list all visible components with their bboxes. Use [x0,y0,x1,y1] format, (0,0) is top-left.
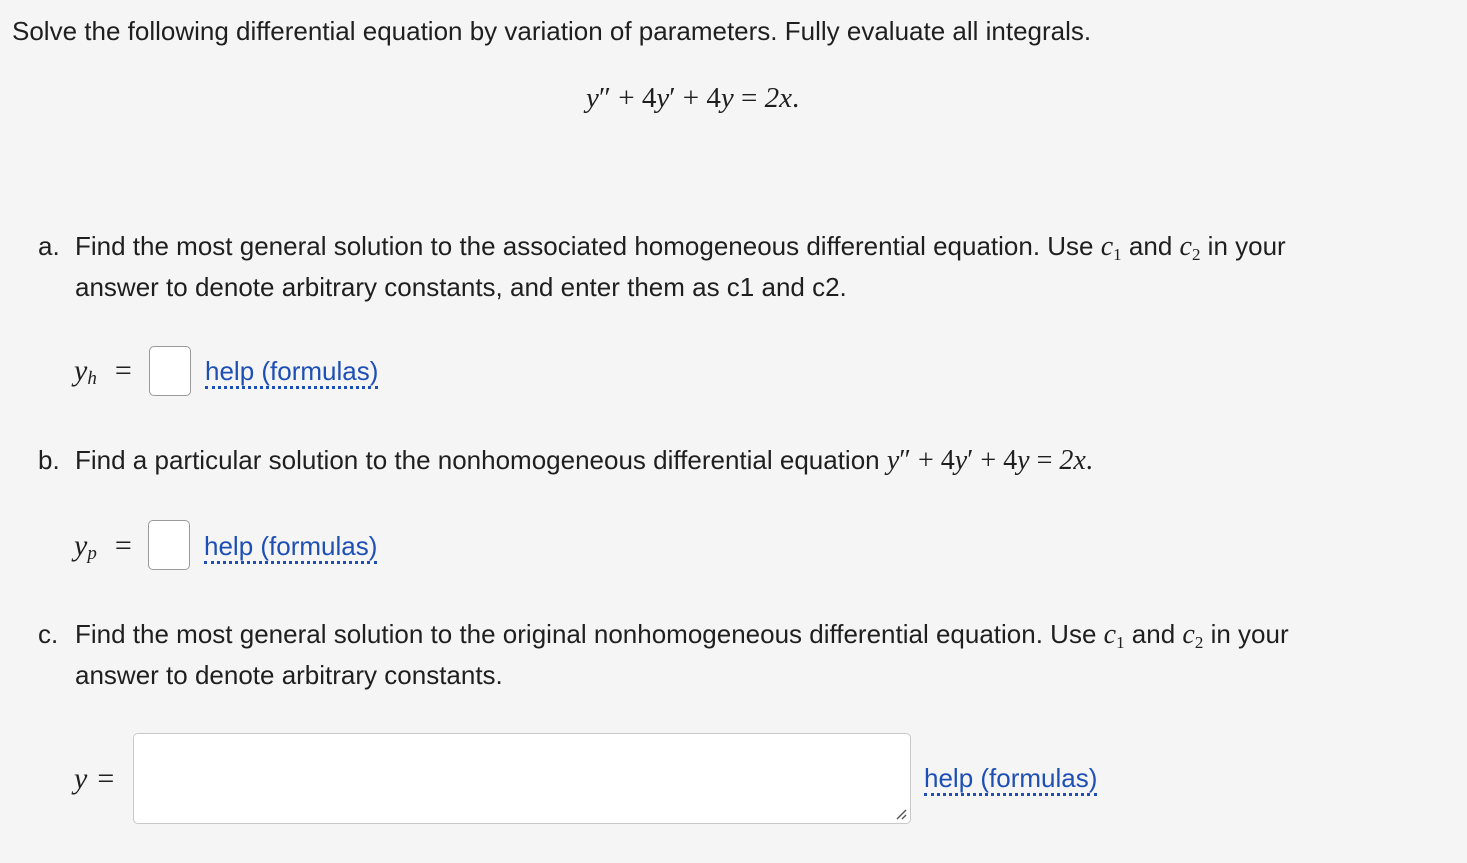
yh-label: yh = [74,354,132,389]
help-formulas-link-c[interactable]: help (formulas) [924,764,1098,796]
yp-answer-input[interactable] [148,520,190,570]
inline-equation: y″ + 4y′ + 4y = 2x. [886,445,1093,476]
part-b-text: Find a particular solution to the nonhom… [75,445,887,475]
eq-coef: 4 [706,82,721,114]
part-c-text: Find the most general solution to the or… [75,619,1104,649]
eq-prime: ′ [669,82,676,114]
eq-equals: = [741,82,758,114]
eq-period: . [792,82,800,114]
part-c-text-end: in your [1203,619,1289,649]
part-c-letter: c. [38,619,59,649]
part-a-letter: a. [38,231,60,261]
eq-plus: + [618,82,635,114]
part-c-prompt: Find the most general solution to the or… [75,614,1289,695]
and-text: and [1124,619,1183,649]
eq-y: y [656,82,670,114]
y-answer-textarea[interactable] [133,733,911,824]
eq-rhs: 2x [764,82,793,114]
eq-y: y [586,82,599,114]
part-a-text: Find the most general solution to the as… [75,231,1101,261]
part-b-letter: b. [38,445,60,475]
part-b-prompt: Find a particular solution to the nonhom… [75,440,1093,481]
and-text: and [1121,231,1180,261]
yp-label: yp = [74,529,132,564]
part-a-text-end: in your [1200,231,1286,261]
problem-instructions: Solve the following differential equatio… [12,16,1092,46]
c1-symbol: c1 [1100,231,1122,264]
c2-symbol: c2 [1179,231,1201,264]
help-formulas-link-b[interactable]: help (formulas) [204,532,378,564]
yh-answer-input[interactable] [149,346,191,396]
eq-plus: + [682,82,700,114]
c1-symbol: c1 [1103,619,1125,652]
y-label: y = [74,762,115,795]
part-a-line-2: answer to denote arbitrary constants, an… [75,272,847,302]
part-c-line-2: answer to denote arbitrary constants. [75,660,503,690]
help-formulas-link-a[interactable]: help (formulas) [205,357,379,389]
eq-y: y [720,82,734,114]
eq-double-prime: ″ [598,82,611,114]
resize-grip-icon[interactable] [895,808,907,820]
eq-coef: 4 [641,82,657,114]
display-equation: y″ + 4y′ + 4y = 2x. [586,82,799,115]
part-a-prompt: Find the most general solution to the as… [75,226,1286,307]
c2-symbol: c2 [1182,619,1204,652]
